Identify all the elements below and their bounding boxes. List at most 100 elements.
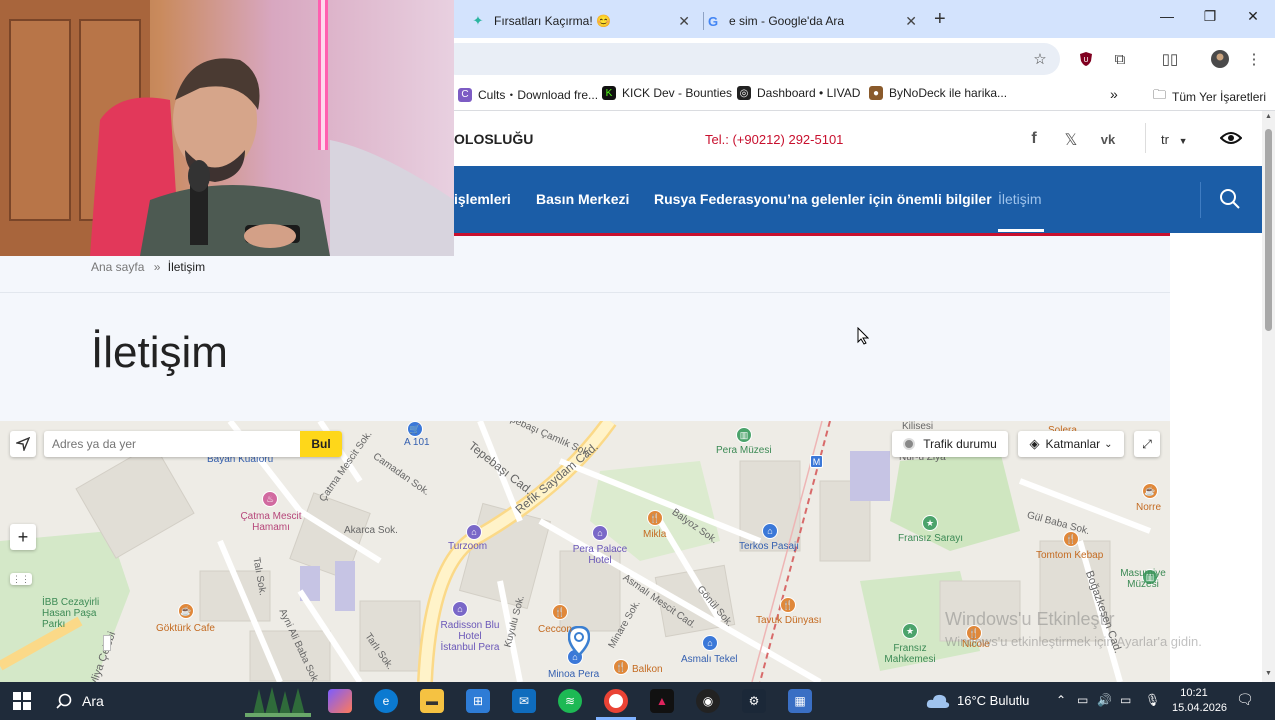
- bookmark-livad[interactable]: ◎ Dashboard • LIVAD: [737, 86, 860, 100]
- breadcrumb-home[interactable]: Ana sayfa: [91, 260, 144, 274]
- divider: [1200, 182, 1201, 218]
- tray-chevron-icon[interactable]: ⌃: [1056, 693, 1066, 707]
- scroll-up-icon[interactable]: ▲: [1265, 113, 1272, 120]
- livad-icon: ◎: [737, 86, 751, 100]
- traffic-light-icon: [903, 438, 916, 450]
- taskbar-search-label[interactable]: Ara: [82, 693, 104, 709]
- map-find-button[interactable]: Bul: [300, 431, 342, 457]
- metro-icon[interactable]: M: [810, 455, 823, 468]
- facebook-icon[interactable]: f: [1023, 130, 1045, 148]
- spotify-icon[interactable]: ≋: [558, 689, 582, 713]
- fullscreen-icon[interactable]: ⤢: [1134, 431, 1160, 457]
- ublock-icon[interactable]: U: [1076, 49, 1096, 69]
- tab-firsatlari[interactable]: ✦ Fırsatları Kaçırma! 😊 ✕: [470, 4, 700, 38]
- poi-pin-icon[interactable]: 🍴: [647, 510, 663, 526]
- poi-pin-icon[interactable]: ☕: [178, 603, 194, 619]
- obs-icon[interactable]: ◉: [696, 689, 720, 713]
- file-explorer-icon[interactable]: ▬: [420, 689, 444, 713]
- breadcrumb: Ana sayfa » İletişim: [91, 260, 205, 274]
- poi-pin-icon[interactable]: ▥: [736, 427, 752, 443]
- poi-pin-icon[interactable]: ☕: [1142, 483, 1158, 499]
- search-icon[interactable]: [52, 689, 76, 713]
- store-icon[interactable]: ⊞: [466, 689, 490, 713]
- layers-button[interactable]: ◈ Katmanlar ⌄: [1018, 431, 1124, 457]
- vk-icon[interactable]: vk: [1097, 132, 1119, 147]
- microphone-icon[interactable]: 🎙: [1145, 693, 1160, 707]
- poi-pin-icon[interactable]: 🍴: [780, 597, 796, 613]
- poi-pin-icon[interactable]: 🍴: [552, 604, 568, 620]
- nav-item-services[interactable]: işlemleri: [454, 191, 511, 207]
- poi-pin-icon[interactable]: 🍴: [613, 659, 629, 675]
- bookmark-bynodeck[interactable]: ● ByNoDeck ile harika...: [869, 86, 1007, 100]
- language-select[interactable]: tr ▼: [1161, 132, 1188, 147]
- poi-pin-icon[interactable]: ★: [902, 623, 918, 639]
- bookmarks-overflow-button[interactable]: »: [1110, 86, 1118, 102]
- geolocate-icon[interactable]: [10, 431, 36, 457]
- cults-icon: C: [458, 87, 472, 102]
- zoom-slider-handle[interactable]: ⋮⋮: [10, 573, 32, 585]
- calculator-icon[interactable]: ▦: [788, 689, 812, 713]
- eye-accessibility-icon[interactable]: [1219, 130, 1243, 151]
- menu-kebab-icon[interactable]: ⋮: [1244, 49, 1264, 69]
- poi-pin-icon[interactable]: ★: [922, 515, 938, 531]
- reading-list-icon[interactable]: ▯▯: [1160, 49, 1180, 69]
- webcam-feed-image: [0, 0, 454, 256]
- scrollbar-thumb[interactable]: [1265, 129, 1272, 331]
- start-icon[interactable]: [10, 689, 34, 713]
- page-scrollbar[interactable]: ▲ ▼: [1262, 111, 1275, 682]
- close-tab-icon[interactable]: ✕: [678, 13, 690, 30]
- minimize-button[interactable]: —: [1152, 8, 1182, 24]
- nav-item-contact[interactable]: İletişim: [998, 191, 1042, 207]
- restore-button[interactable]: ❐: [1195, 8, 1225, 25]
- new-tab-button[interactable]: +: [934, 8, 946, 31]
- profile-avatar[interactable]: [1210, 49, 1230, 69]
- map-search-input[interactable]: [52, 435, 292, 453]
- address-bar[interactable]: ☆: [440, 43, 1060, 75]
- tab-title: e sim - Google'da Ara: [729, 14, 845, 28]
- search-highlight-trees-icon[interactable]: [245, 685, 311, 717]
- weather-text[interactable]: 16°C Bulutlu: [957, 693, 1029, 708]
- notification-icon[interactable]: 🗨: [1236, 691, 1254, 708]
- poi-pin-icon[interactable]: ⌂: [452, 601, 468, 617]
- copilot-icon[interactable]: [328, 689, 352, 713]
- poi-pin-icon[interactable]: ⌂: [762, 523, 778, 539]
- map-label: Pera Palace Hotel: [572, 544, 628, 566]
- language-value: tr: [1161, 132, 1169, 147]
- tray-device-icon[interactable]: ▭: [1077, 693, 1088, 707]
- x-twitter-icon[interactable]: 𝕏: [1060, 130, 1082, 150]
- clock[interactable]: 10:21 15.04.2026: [1172, 686, 1228, 716]
- poi-pin-icon[interactable]: ⌂: [702, 635, 718, 651]
- all-bookmarks-folder[interactable]: 🗀 Tüm Yer İşaretleri: [1153, 86, 1266, 108]
- network-icon[interactable]: ▭: [1120, 693, 1131, 707]
- edge-icon[interactable]: e: [374, 689, 398, 713]
- clock-date: 15.04.2026: [1172, 702, 1228, 714]
- bookmark-star-icon[interactable]: ☆: [1030, 49, 1050, 69]
- bookmark-kick[interactable]: K KICK Dev - Bounties: [602, 86, 732, 100]
- layers-label: Katmanlar: [1045, 437, 1101, 451]
- outlook-icon[interactable]: ✉: [512, 689, 536, 713]
- volume-icon[interactable]: 🔊: [1097, 693, 1112, 707]
- tab-google-search[interactable]: G e sim - Google'da Ara ✕: [705, 4, 927, 38]
- scroll-down-icon[interactable]: ▼: [1265, 670, 1272, 677]
- nav-item-visitor-info[interactable]: Rusya Federasyonu’na gelenler için öneml…: [654, 191, 992, 207]
- extensions-icon[interactable]: ⧉: [1110, 49, 1130, 69]
- nav-item-press-center[interactable]: Basın Merkezi: [536, 191, 629, 207]
- poi-pin-icon[interactable]: ⌂: [592, 525, 608, 541]
- steam-icon[interactable]: ⚙: [742, 689, 766, 713]
- creative-app-icon[interactable]: ▲: [650, 689, 674, 713]
- site-name[interactable]: OLOSLUĞU: [454, 131, 533, 147]
- chrome-icon[interactable]: [604, 689, 628, 713]
- breadcrumb-current: İletişim: [167, 260, 206, 274]
- map-label: Akarca Sok.: [344, 525, 398, 536]
- phone-link[interactable]: Tel.: (+90212) 292-5101: [705, 132, 843, 147]
- close-tab-icon[interactable]: ✕: [905, 13, 917, 30]
- poi-pin-icon[interactable]: ⌂: [466, 524, 482, 540]
- traffic-button[interactable]: Trafik durumu: [892, 431, 1008, 457]
- close-window-button[interactable]: ✕: [1238, 8, 1268, 25]
- bynodeck-icon: ●: [869, 86, 883, 100]
- poi-pin-icon[interactable]: ♨: [262, 491, 278, 507]
- poi-pin-icon[interactable]: 🛒: [407, 421, 423, 437]
- bookmark-cults[interactable]: C Cults・Download fre...: [458, 86, 598, 103]
- search-icon[interactable]: [1219, 188, 1241, 210]
- zoom-in-button[interactable]: +: [10, 524, 36, 550]
